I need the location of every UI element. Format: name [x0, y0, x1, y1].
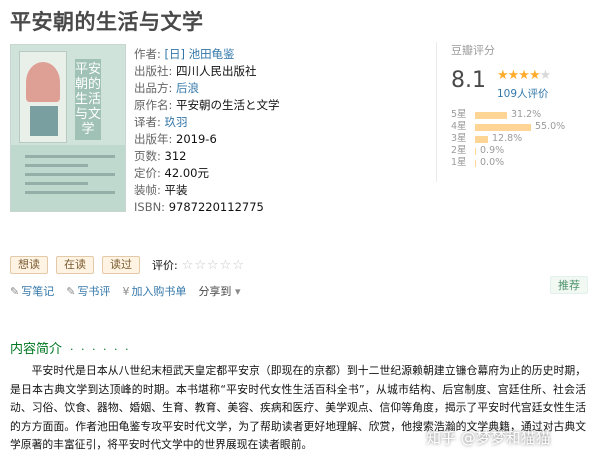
reading-button[interactable]: 在读: [56, 256, 94, 274]
rating-bar-fill: [475, 160, 476, 167]
info-publisher: 出版社: 四川人民出版社: [134, 64, 257, 78]
rating-bar-row: 5星 31.2%: [451, 109, 581, 121]
rating-distribution: 5星 31.2% 4星 55.0% 3星 12.8% 2星 0.9% 1星 0.0%: [451, 109, 581, 169]
translator-link[interactable]: 玖羽: [165, 115, 188, 129]
intro-section-title: 内容简介 · · · · · ·: [10, 342, 131, 357]
cover-illustration: [19, 51, 67, 143]
action-bar: 想读 在读 读过 评价: ☆☆☆☆☆: [10, 256, 245, 274]
section-dots: · · · · · ·: [70, 343, 131, 356]
rating-bar-percent: 0.0%: [480, 157, 505, 168]
want-to-read-button[interactable]: 想读: [10, 256, 48, 274]
info-producer: 出品方: 后浪: [134, 81, 200, 95]
pencil-icon: ✎: [10, 285, 20, 298]
book-info: 作者: [日] 池田龟鉴 出版社: 四川人民出版社 出品方: 后浪 原作名: 平…: [134, 46, 424, 216]
recommend-button[interactable]: 推荐: [550, 276, 588, 294]
tool-links: ✎ 写笔记 ✎ 写书评 ¥ 加入购书单 分享到 ▾: [10, 283, 254, 299]
rating-bar-row: 1星 0.0%: [451, 157, 581, 169]
info-price: 定价: 42.00元: [134, 166, 209, 180]
rating-bar-percent: 55.0%: [535, 121, 566, 132]
add-to-cart-link[interactable]: ¥ 加入购书单: [122, 283, 186, 299]
info-year: 出版年: 2019-6: [134, 132, 217, 146]
info-author: 作者: [日] 池田龟鉴: [134, 47, 235, 61]
rating-bar-fill: [475, 124, 531, 131]
rating-bar-fill: [475, 136, 488, 143]
douban-rating-panel: 豆瓣评分 8.1 ★★★★★ 109人评价 5星 31.2% 4星 55.0% 3星 12…: [436, 42, 586, 182]
info-translator: 译者: 玖羽: [134, 115, 188, 129]
book-title: 平安朝的生活与文学: [10, 10, 204, 34]
book-cover[interactable]: 平安朝的生活与文学: [10, 44, 126, 212]
info-binding: 装帧: 平装: [134, 183, 188, 197]
info-original-title: 原作名: 平安朝の生活と文学: [134, 98, 280, 112]
rating-bar-label: 3星: [451, 133, 467, 144]
chevron-down-icon: ▾: [234, 285, 241, 298]
cover-vertical-title: 平安朝的生活与文学: [75, 59, 101, 140]
info-isbn: ISBN: 9787220112775: [134, 200, 264, 214]
rating-bar-percent: 12.8%: [492, 133, 523, 144]
rating-bar-label: 2星: [451, 145, 467, 156]
rating-bar-label: 1星: [451, 157, 467, 168]
producer-link[interactable]: 后浪: [176, 81, 199, 95]
pencil-icon: ✎: [66, 285, 76, 298]
have-read-button[interactable]: 读过: [102, 256, 140, 274]
rate-stars-icon[interactable]: ☆☆☆☆☆: [182, 258, 245, 273]
rating-bar-percent: 0.9%: [480, 145, 505, 156]
write-review-link[interactable]: ✎ 写书评: [66, 283, 110, 299]
rating-bar-fill: [475, 148, 476, 155]
rating-header: 豆瓣评分: [451, 44, 495, 57]
yen-icon: ¥: [122, 285, 130, 298]
share-dropdown[interactable]: 分享到 ▾: [198, 283, 242, 299]
watermark: 知乎 @梦梦和猫猫: [426, 429, 551, 447]
rating-bar-row: 3星 12.8%: [451, 133, 581, 145]
info-pages: 页数: 312: [134, 149, 187, 163]
write-note-link[interactable]: ✎ 写笔记: [10, 283, 54, 299]
rating-bar-label: 5星: [451, 109, 467, 120]
rating-score: 8.1: [451, 68, 486, 93]
cover-text-lines: [25, 155, 115, 200]
rating-stars-icon: ★★★★★: [497, 68, 551, 83]
rating-bar-fill: [475, 112, 507, 119]
rating-bar-row: 4星 55.0%: [451, 121, 581, 133]
rating-bar-row: 2星 0.9%: [451, 145, 581, 157]
rating-count-link[interactable]: 109人评价: [497, 86, 549, 101]
rate-label: 评价:: [152, 259, 178, 272]
author-link[interactable]: [日] 池田龟鉴: [165, 47, 235, 61]
rating-bar-percent: 31.2%: [511, 109, 542, 120]
rating-bar-label: 4星: [451, 121, 467, 132]
